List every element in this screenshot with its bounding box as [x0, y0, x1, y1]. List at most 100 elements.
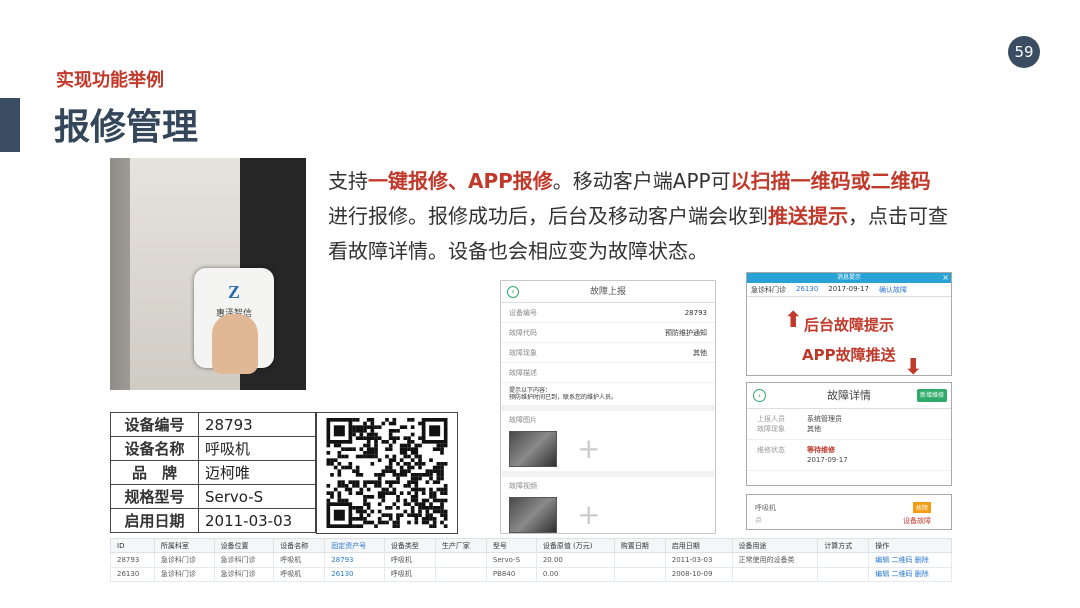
table-cell: 20.00: [535, 552, 615, 568]
table-row: 设备编号 28793: [110, 412, 316, 437]
form-label: 设备编号: [509, 308, 537, 317]
form-value: 28793: [684, 308, 707, 317]
device-photo: Z 惠泽智信: [110, 158, 306, 390]
table-cell[interactable]: 28793: [324, 552, 385, 568]
back-icon[interactable]: ‹: [507, 286, 519, 298]
form-label: 故障代码: [509, 328, 537, 337]
confirm-fault-link[interactable]: 确认故障: [879, 285, 907, 294]
info-key: 规格型号: [110, 484, 199, 509]
info-value: 28793: [198, 412, 316, 437]
device-list-table: ID 所属科室 设备位置 设备名称 固定资产号 设备类型 生产厂家 型号 设备原值 (万元) 购置…: [110, 537, 952, 583]
form-value: 其他: [693, 348, 707, 357]
column-header: 设备名称: [273, 537, 326, 554]
alert-row: 急诊科门诊 26130 2017-09-17 确认故障: [747, 283, 951, 297]
column-header: 固定资产号: [324, 537, 385, 554]
table-cell: [817, 566, 870, 583]
table-cell: [817, 552, 870, 568]
table-cell: 呼吸机: [383, 552, 436, 568]
desc-highlight: 推送提示: [768, 204, 848, 228]
qr-code-icon[interactable]: [326, 418, 448, 528]
info-value: Servo-S: [198, 484, 316, 509]
form-row[interactable]: 故障描述: [501, 363, 715, 383]
table-cell: 急诊科门诊: [153, 552, 215, 568]
back-icon[interactable]: ‹: [753, 389, 766, 402]
detail-group: 维修状态 等待维修 维修状态2017-09-17: [747, 440, 951, 471]
qr-code-box: [316, 412, 458, 534]
table-cell: 急诊科门诊: [213, 566, 275, 583]
column-header: 型号: [485, 537, 537, 554]
fault-video-thumbnail[interactable]: [509, 497, 557, 533]
app-header: ‹ 故障上报: [501, 281, 715, 303]
form-row[interactable]: 故障现象 其他: [501, 343, 715, 363]
table-cell: 26130: [110, 566, 155, 583]
table-row: 设备名称 呼吸机: [110, 436, 316, 461]
device-name: 呼吸机: [755, 504, 776, 512]
column-header: ID: [110, 537, 155, 554]
form-row[interactable]: 故障代码 预防维护通知: [501, 323, 715, 343]
detail-row: 维修状态2017-09-17: [747, 455, 951, 465]
table-cell: 呼吸机: [273, 552, 326, 568]
desc-text: 。移动客户端APP可: [552, 169, 731, 193]
fault-description-text[interactable]: 提示以下内容： 预防维护时间已到，联系您的维护人员。: [501, 383, 715, 405]
column-header: 设备用途: [731, 537, 819, 554]
brand-logo-icon: Z: [227, 282, 240, 302]
table-row[interactable]: 28793 急诊科门诊 急诊科门诊 呼吸机 28793 呼吸机 Servo-S 20.00 20…: [110, 552, 952, 568]
table-cell: PB840: [485, 566, 537, 583]
table-row: 启用日期 2011-03-03: [110, 508, 316, 533]
alert-date: 2017-09-17: [828, 285, 869, 293]
form-label: 故障现象: [509, 348, 537, 357]
fault-detail-panel: ‹ 故障详情 新增维修 上报人员 系统管理员 故障现象 其他 维修状态 等待维修 维修…: [746, 382, 952, 486]
table-cell: 呼吸机: [273, 566, 326, 583]
detail-key: 维修状态: [757, 446, 785, 454]
new-repair-button[interactable]: 新增维修: [916, 389, 947, 402]
desc-highlight: 一键报修、APP报修: [368, 169, 553, 193]
add-video-icon[interactable]: +: [577, 501, 600, 529]
feature-description: 支持一键报修、APP报修。移动客户端APP可以扫描一维码或二维码进行报修。报修成…: [328, 164, 948, 269]
row-actions[interactable]: 编辑 二维码 删除: [868, 566, 952, 583]
table-cell: 正常使用的设备类: [731, 552, 819, 568]
column-header: 设备原值 (万元): [535, 537, 615, 554]
table-cell: [613, 552, 666, 568]
info-value: 2011-03-03: [198, 508, 316, 533]
add-image-icon[interactable]: +: [577, 435, 600, 463]
info-key: 品 牌: [110, 460, 199, 485]
close-icon[interactable]: ×: [942, 273, 949, 283]
detail-header: ‹ 故障详情 新增维修: [747, 383, 951, 409]
section-subtitle: 实现功能举例: [56, 70, 164, 91]
info-key: 启用日期: [110, 508, 199, 533]
table-cell: 28793: [110, 552, 155, 568]
status-value: 等待维修: [807, 446, 835, 454]
detail-value: 系统管理员: [807, 415, 842, 423]
column-header: 所属科室: [153, 537, 215, 554]
info-value: 呼吸机: [198, 436, 316, 461]
table-cell: 2008-10-09: [664, 566, 733, 583]
desc-highlight: 以扫描一维码或二维码: [730, 169, 931, 193]
fault-image-thumbnail[interactable]: [509, 431, 557, 467]
desc-text: 支持: [328, 169, 368, 193]
column-header: 生产厂家: [434, 537, 487, 554]
table-row[interactable]: 26130 急诊科门诊 急诊科门诊 呼吸机 26130 呼吸机 PB840 0.00 2008-…: [110, 566, 952, 583]
table-cell: 急诊科门诊: [213, 552, 275, 568]
alert-dept: 急诊科门诊: [751, 286, 786, 294]
alert-device-id[interactable]: 26130: [796, 285, 818, 294]
table-cell: 0.00: [535, 566, 615, 583]
arrow-up-icon: ⬆: [784, 308, 803, 333]
section-label: 故障图片: [501, 411, 715, 427]
table-cell: 急诊科门诊: [153, 566, 215, 583]
detail-row: 故障现象 其他: [747, 424, 951, 434]
section-label: 故障视频: [501, 477, 715, 493]
table-cell: Servo-S: [485, 552, 537, 568]
side-accent-bar: [0, 98, 20, 152]
detail-group: 上报人员 系统管理员 故障现象 其他: [747, 409, 951, 440]
row-actions[interactable]: 编辑 二维码 删除: [868, 552, 952, 568]
table-cell[interactable]: 26130: [324, 566, 385, 583]
backend-alert-callout: 后台故障提示: [804, 316, 895, 334]
desc-text: 进行报修。报修成功后，后台及移动客户端会收到: [328, 204, 768, 228]
table-header-row: ID 所属科室 设备位置 设备名称 固定资产号 设备类型 生产厂家 型号 设备原值 (万元) 购置…: [110, 537, 952, 554]
info-key: 设备名称: [110, 436, 199, 461]
form-row[interactable]: 设备编号 28793: [501, 303, 715, 323]
detail-value: 其他: [807, 425, 821, 433]
device-status-card[interactable]: 呼吸机 点 故障 设备故障: [746, 494, 952, 530]
detail-row: 维修状态 等待维修: [747, 445, 951, 455]
info-key: 设备编号: [110, 412, 199, 437]
